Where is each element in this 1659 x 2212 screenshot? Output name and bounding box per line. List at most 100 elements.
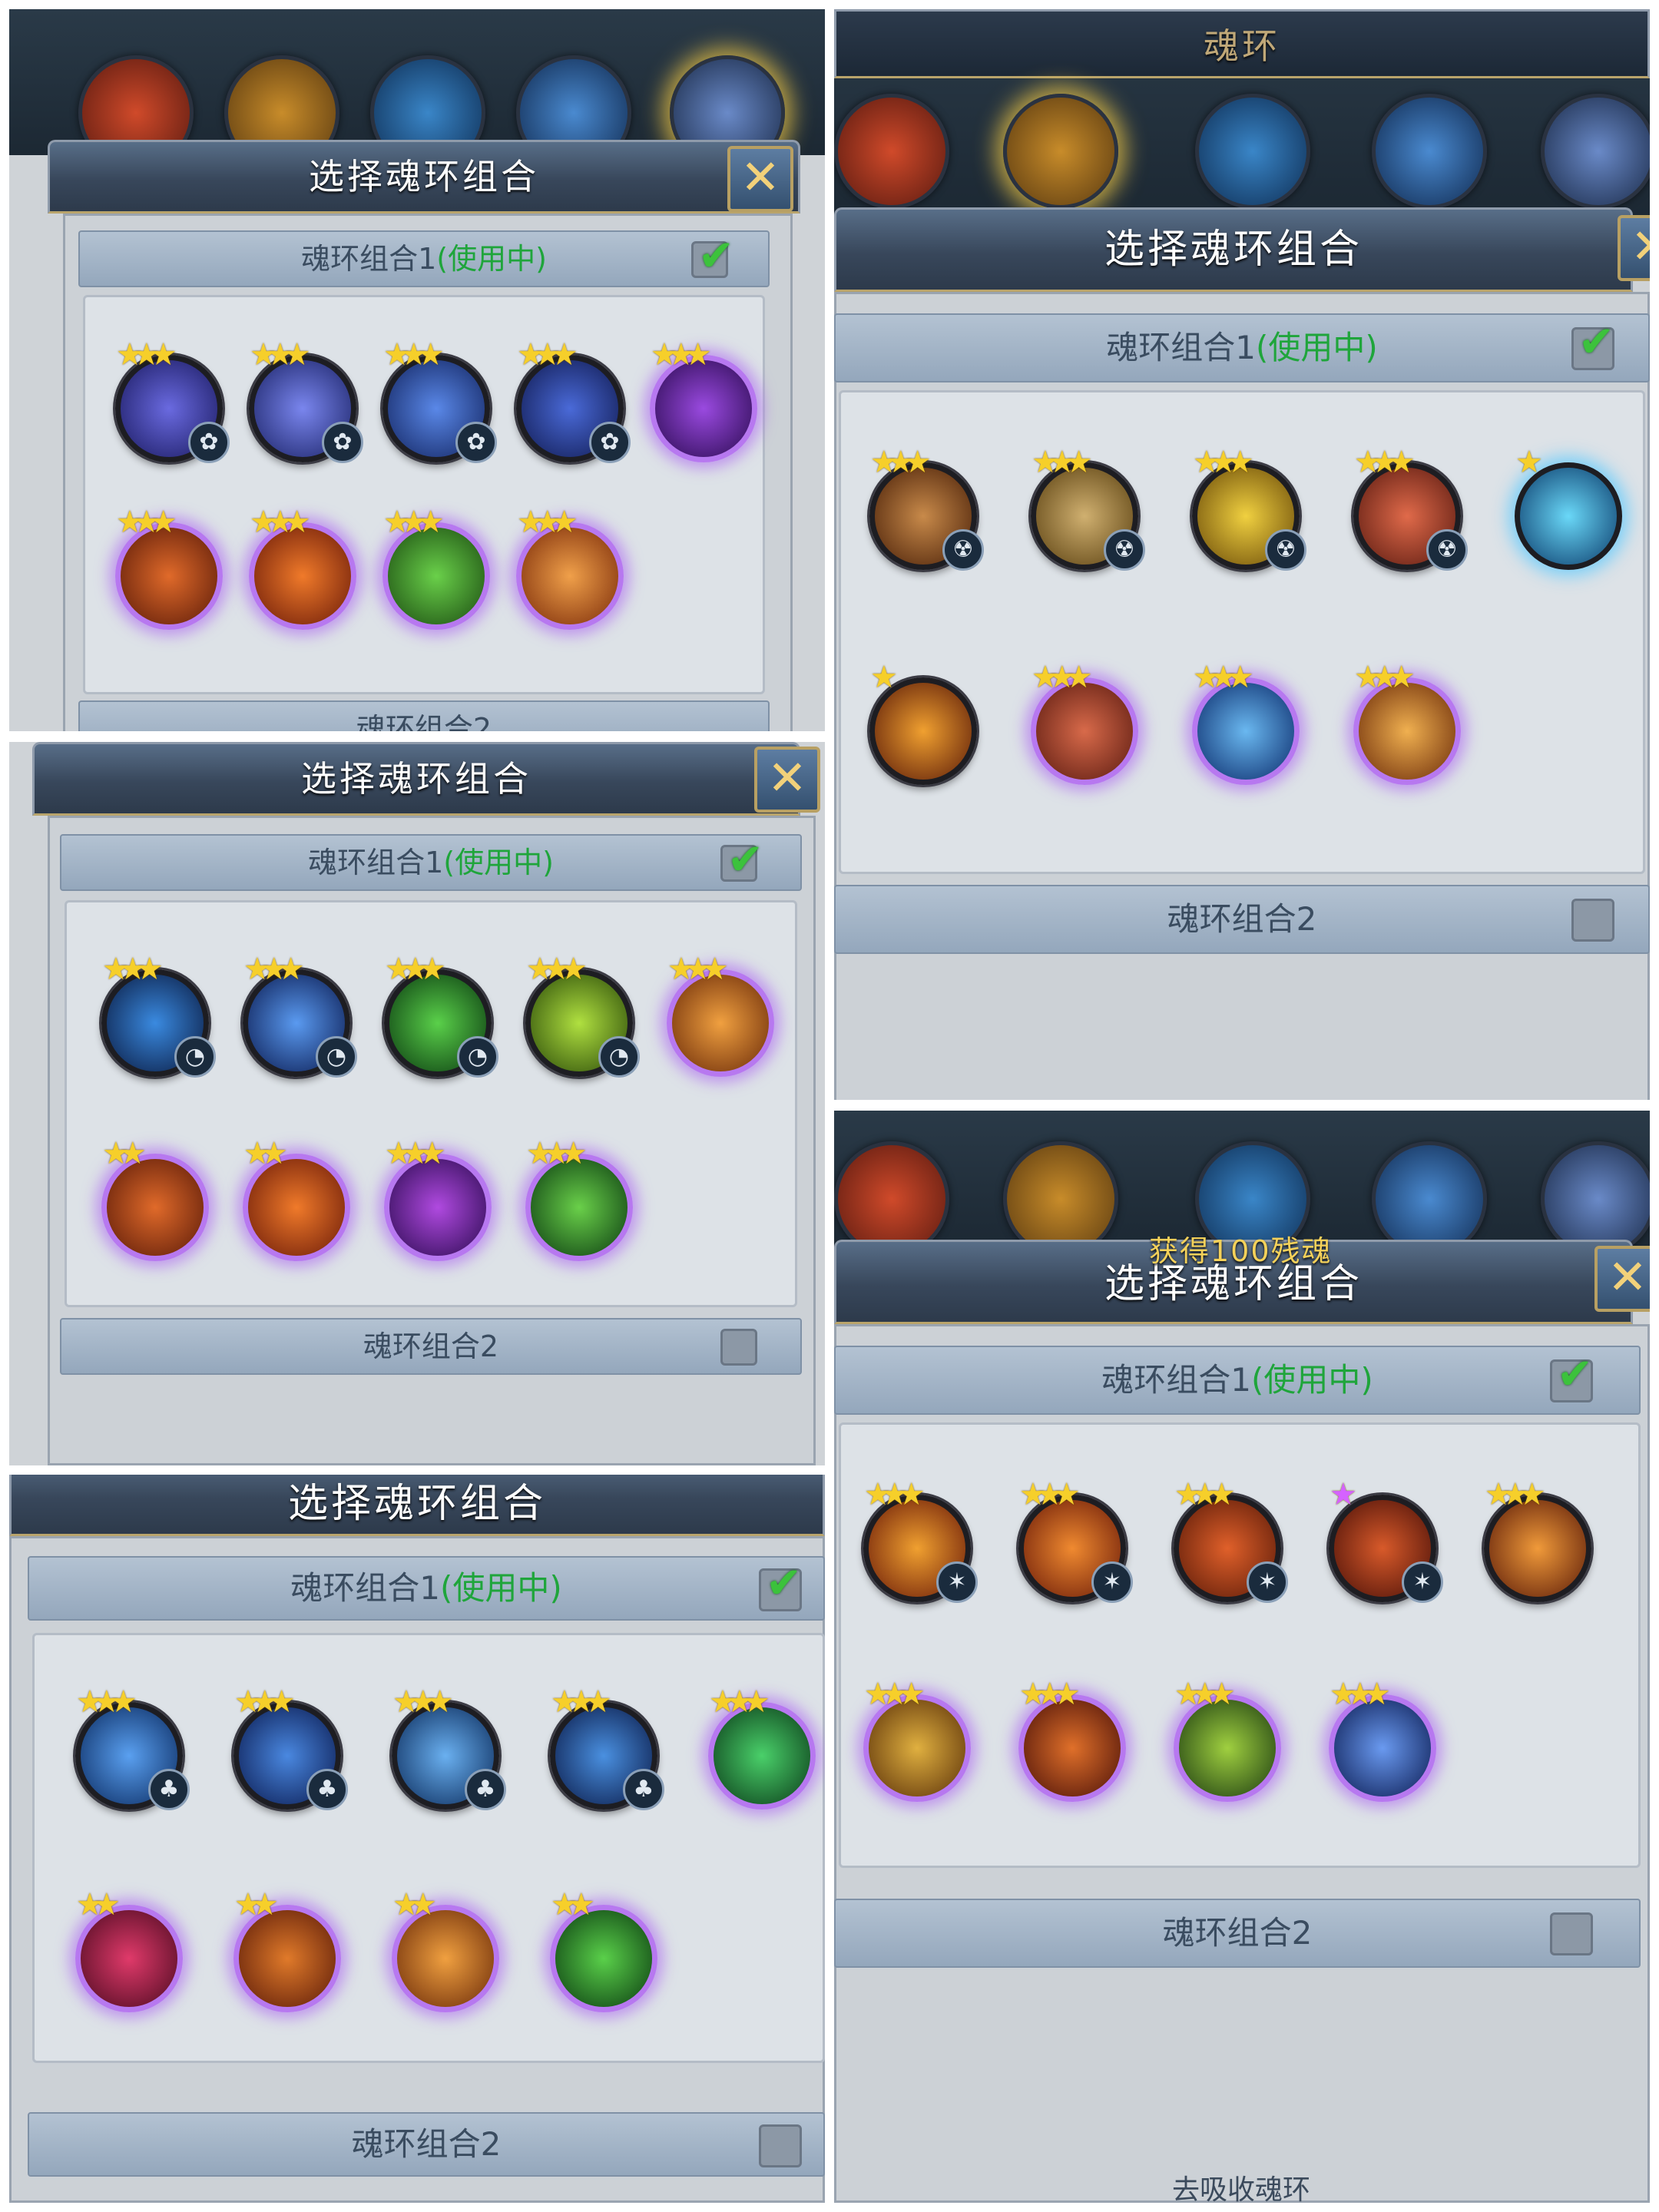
class-badge-icon: ✿ xyxy=(589,422,631,463)
top-soul-ring[interactable] xyxy=(1003,94,1118,209)
combo-1-bar[interactable]: 魂环组合1(使用中) xyxy=(834,1346,1641,1415)
soul-ring-slot[interactable]: ★★ xyxy=(75,1887,183,2012)
soul-ring-slot[interactable]: ★★★ ✿ xyxy=(115,337,230,463)
close-button[interactable]: ✕ xyxy=(727,146,793,212)
star-icon: ★★★ xyxy=(250,337,310,373)
star-icon: ★★ xyxy=(243,1136,288,1171)
soul-ring-slot[interactable]: ★★ xyxy=(233,1887,341,2012)
star-icon: ★★★ xyxy=(1485,1477,1545,1512)
soul-ring-slot[interactable]: ★★★ xyxy=(1018,1677,1126,1802)
soul-ring-slot[interactable]: ★★★ ♣ xyxy=(550,1684,664,1810)
soul-ring-slot[interactable]: ★★★ ☢ xyxy=(1353,445,1468,571)
star-icon: ★★★ xyxy=(526,952,587,987)
soul-ring-slot[interactable]: ★★★ ✶ xyxy=(1018,1477,1133,1603)
combo-2-checkbox[interactable] xyxy=(759,2124,802,2167)
combo-1-bar[interactable]: 魂环组合1(使用中) xyxy=(834,313,1650,382)
soul-ring-slot[interactable]: ★★★ ♣ xyxy=(392,1684,506,1810)
soul-ring-slot[interactable]: ★★★ xyxy=(1329,1677,1436,1802)
soul-ring-slot[interactable]: ★★★ ✿ xyxy=(516,337,631,463)
soul-ring-slot[interactable]: ★★★ xyxy=(382,505,490,630)
soul-ring-slot[interactable]: ★★★ xyxy=(525,1136,633,1261)
close-icon: ✕ xyxy=(1608,1249,1647,1305)
reward-toast: 获得100残魂 xyxy=(1149,1234,1333,1268)
close-button[interactable]: ✕ xyxy=(754,747,820,813)
soul-ring-slot[interactable]: ★★★ xyxy=(667,952,774,1077)
combo-1-bar[interactable]: 魂环组合1(使用中) xyxy=(28,1556,825,1621)
soul-ring-slot[interactable]: ★★★ ◔ xyxy=(525,952,640,1078)
combo-2-checkbox[interactable] xyxy=(1571,899,1614,942)
combo-1-checkbox[interactable]: ✔ xyxy=(720,835,763,885)
star-icon: ★★★ xyxy=(1174,1477,1235,1512)
star-icon: ★★ xyxy=(234,1887,279,1922)
star-icon: ★★★ xyxy=(1019,1477,1080,1512)
combo-1-bar[interactable]: 魂环组合1(使用中) xyxy=(78,230,770,287)
star-icon: ★ xyxy=(1330,1477,1357,1512)
soul-ring-slot[interactable]: ★★★ ◔ xyxy=(101,952,216,1078)
soul-ring-slot[interactable]: ★★★ ✿ xyxy=(382,337,497,463)
star-icon: ★★★ xyxy=(234,1684,295,1720)
combo-1-checkbox[interactable]: ✔ xyxy=(691,231,734,281)
top-soul-ring[interactable] xyxy=(1372,94,1487,209)
close-button[interactable]: ✕ xyxy=(1594,1246,1650,1312)
soul-ring-slot[interactable]: ★★★ xyxy=(1031,660,1138,785)
soul-ring-slot[interactable]: ★★★ xyxy=(1192,660,1300,785)
combo-2-bar[interactable]: 魂环组合2 xyxy=(28,2112,825,2177)
soul-ring-slot[interactable]: ★★★ ♣ xyxy=(75,1684,190,1810)
soul-ring-slot[interactable]: ★★★ xyxy=(650,337,757,462)
combo-2-checkbox[interactable] xyxy=(1550,1912,1593,1955)
combo-1-checkbox[interactable]: ✔ xyxy=(759,1558,802,1611)
dialog-title: 选择魂环组合 xyxy=(301,758,531,800)
class-badge-icon: ♣ xyxy=(306,1769,348,1810)
soul-ring-slot[interactable]: ★★★ xyxy=(1484,1477,1591,1602)
combo-2-bar[interactable]: 魂环组合2 xyxy=(834,885,1650,954)
soul-ring-slot[interactable]: ★★★ xyxy=(384,1136,492,1261)
soul-ring-slot[interactable]: ★ xyxy=(869,660,977,785)
class-badge-icon: ◔ xyxy=(598,1036,640,1078)
soul-ring-slot[interactable]: ★ ✶ xyxy=(1329,1477,1443,1603)
soul-ring-slot[interactable]: ★★★ xyxy=(115,505,223,630)
soul-ring-slot[interactable]: ★★★ xyxy=(1353,660,1461,785)
soul-ring-slot[interactable]: ★★★ xyxy=(516,505,624,630)
combo-1-label: 魂环组合1 xyxy=(290,1569,440,1607)
soul-ring-slot[interactable]: ★★★ ☢ xyxy=(1031,445,1145,571)
soul-ring-slot[interactable]: ★★ xyxy=(392,1887,499,2012)
star-icon: ★★★ xyxy=(383,505,444,540)
star-icon: ★★★ xyxy=(1354,660,1415,695)
class-badge-icon: ☢ xyxy=(942,529,984,571)
soul-ring-slot[interactable]: ★★ xyxy=(550,1887,657,2012)
soul-ring-slot[interactable]: ★★★ xyxy=(708,1684,816,1810)
combo-1-bar[interactable]: 魂环组合1(使用中) xyxy=(60,834,802,891)
combo-1-checkbox[interactable]: ✔ xyxy=(1550,1349,1593,1402)
soul-ring-slot[interactable]: ★★★ ✿ xyxy=(249,337,363,463)
class-badge-icon: ✶ xyxy=(1091,1561,1133,1603)
combo-2-bar[interactable]: 魂环组合2 xyxy=(78,700,770,731)
soul-ring-slot[interactable]: ★★★ ✶ xyxy=(1174,1477,1288,1603)
soul-ring-slot[interactable]: ★★ xyxy=(243,1136,350,1261)
top-soul-ring[interactable] xyxy=(1195,94,1310,209)
soul-ring-slot[interactable]: ★★★ ☢ xyxy=(1192,445,1306,571)
soul-ring-slot[interactable]: ★★★ ♣ xyxy=(233,1684,348,1810)
top-soul-ring[interactable] xyxy=(1541,94,1650,209)
combo-2-bar[interactable]: 魂环组合2 xyxy=(60,1318,802,1375)
soul-ring-slot[interactable]: ★★★ ✶ xyxy=(863,1477,978,1603)
star-icon: ★★★ xyxy=(1031,660,1092,695)
combo-2-bar[interactable]: 魂环组合2 xyxy=(834,1899,1641,1968)
soul-ring-slot[interactable]: ★★★ ◔ xyxy=(384,952,498,1078)
star-icon: ★★★ xyxy=(250,505,310,540)
star-icon: ★★★ xyxy=(385,1136,445,1171)
dialog-title: 选择魂环组合 xyxy=(309,156,539,197)
soul-ring-slot[interactable]: ★★★ ◔ xyxy=(243,952,357,1078)
close-button[interactable]: ✕ xyxy=(1618,215,1650,281)
soul-ring-slot[interactable]: ★★ xyxy=(101,1136,209,1261)
absorb-ring-hint[interactable]: 去吸收魂环 xyxy=(1103,2167,1379,2203)
soul-ring-slot[interactable]: ★★★ xyxy=(1174,1677,1281,1802)
dialog-title: 选择魂环组合 xyxy=(287,1481,546,1527)
combo-1-checkbox[interactable]: ✔ xyxy=(1571,317,1614,370)
soul-ring-slot[interactable]: ★★★ ☢ xyxy=(869,445,984,571)
soul-ring-slot[interactable]: ★★★ xyxy=(249,505,356,630)
soul-ring-slot[interactable]: ★★★ xyxy=(863,1677,971,1802)
star-icon: ★★★ xyxy=(102,952,163,987)
combo-2-checkbox[interactable] xyxy=(720,1329,757,1366)
top-soul-ring[interactable] xyxy=(834,94,949,209)
soul-ring-slot[interactable]: ★ xyxy=(1515,445,1622,570)
